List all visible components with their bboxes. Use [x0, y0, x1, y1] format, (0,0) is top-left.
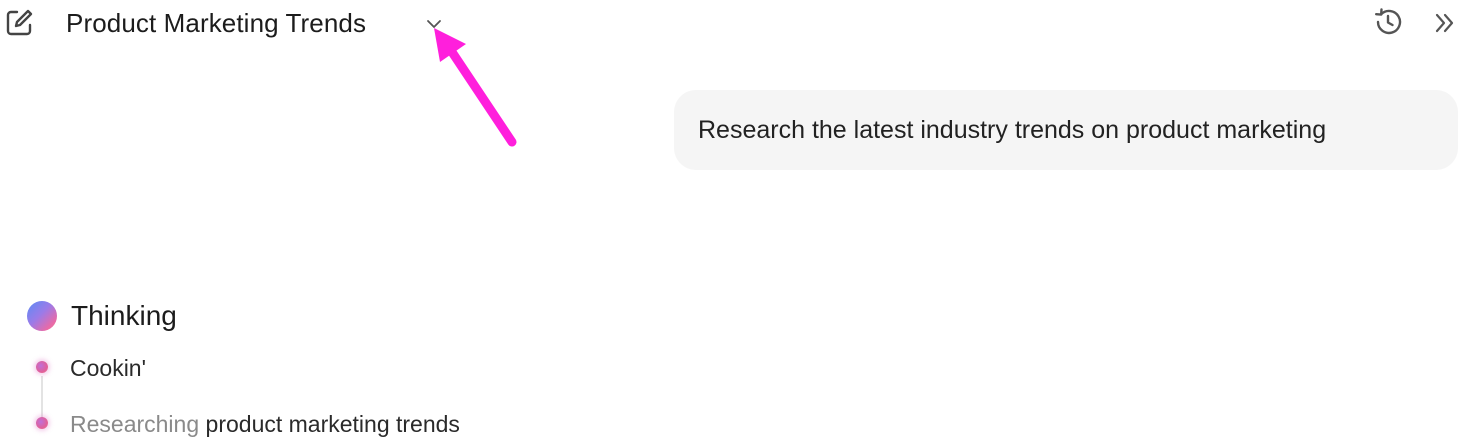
chat-page: Product Marketing Trends Research the la… [0, 0, 1460, 438]
thinking-step-researching: Researching product marketing trends [70, 409, 460, 438]
thinking-step-topic: product marketing trends [199, 411, 460, 437]
double-chevron-right-icon[interactable] [1432, 10, 1458, 36]
user-message-text: Research the latest industry trends on p… [698, 115, 1327, 144]
step-dot-icon [36, 417, 48, 429]
edit-icon[interactable] [4, 8, 34, 38]
thinking-orb-icon [27, 301, 57, 331]
thinking-step-verb: Researching [70, 411, 200, 437]
thinking-step-cookin: Cookin' [70, 355, 146, 381]
thinking-label: Thinking [71, 300, 177, 331]
user-message-bubble: Research the latest industry trends on p… [674, 90, 1458, 170]
timeline-line [41, 376, 43, 418]
chevron-down-icon[interactable] [424, 14, 444, 34]
annotation-arrow-icon [420, 24, 530, 154]
history-icon[interactable] [1372, 6, 1404, 38]
step-dot-icon [36, 361, 48, 373]
page-title[interactable]: Product Marketing Trends [66, 6, 366, 40]
